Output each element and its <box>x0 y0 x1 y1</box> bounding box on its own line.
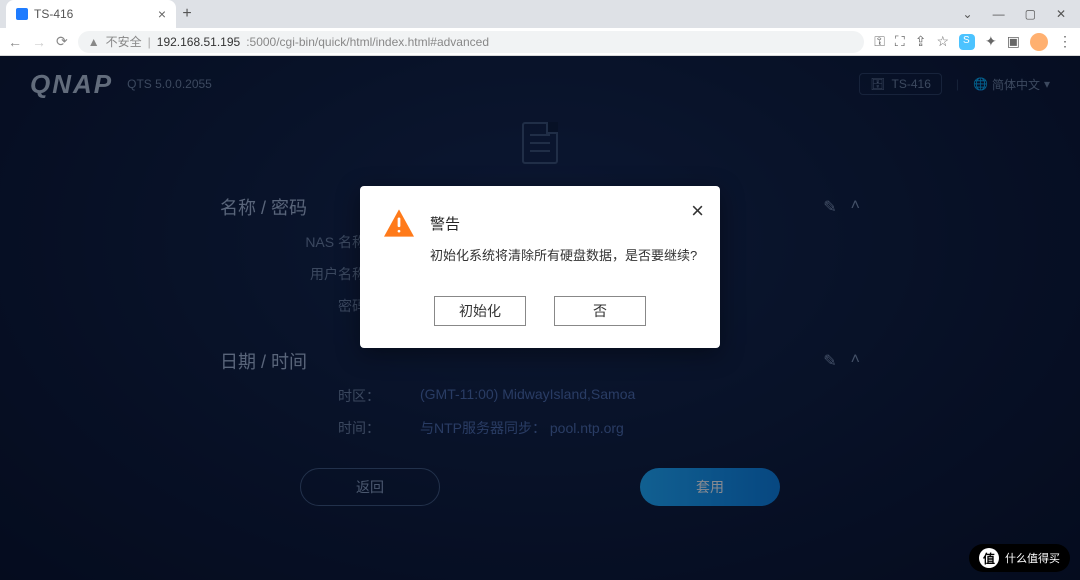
toolbar-icons: ⚿ ⛶ ⇪ ☆ ✦ ▣ ⋮ <box>874 33 1072 51</box>
window-controls: ⌄ — ▢ ✕ <box>963 7 1080 21</box>
nav-forward-icon[interactable]: → <box>32 34 46 50</box>
warning-dialog: × 警告 初始化系统将清除所有硬盘数据，是否要继续? 初始化 否 <box>360 186 720 348</box>
field-time: 时间： 与NTP服务器同步： pool.ntp.org <box>220 412 860 444</box>
watermark-icon: 值 <box>979 548 999 568</box>
apply-button[interactable]: 套用 <box>640 468 780 506</box>
collapse-icon[interactable]: ˄ <box>851 351 860 371</box>
chevron-down-icon: ▾ <box>1044 77 1050 91</box>
dialog-message: 初始化系统将清除所有硬盘数据，是否要继续? <box>430 246 698 266</box>
collapse-icon[interactable]: ˄ <box>851 197 860 217</box>
menu-icon[interactable]: ⋮ <box>1058 33 1072 50</box>
share-icon[interactable]: ⇪ <box>915 33 927 50</box>
nav-reload-icon[interactable]: ⟳ <box>56 33 68 50</box>
browser-tab[interactable]: TS-416 × <box>6 0 176 28</box>
wizard-actions: 返回 套用 <box>220 444 860 506</box>
new-tab-button[interactable]: + <box>176 5 198 23</box>
section-title: 名称 / 密码 <box>220 194 307 220</box>
profile-avatar-icon[interactable] <box>1030 33 1048 51</box>
favicon-icon <box>16 8 28 20</box>
install-icon[interactable]: ⛶ <box>895 33 905 50</box>
field-label: 时区： <box>220 386 420 406</box>
window-minimize-icon[interactable]: — <box>993 7 1005 21</box>
summary-icon <box>522 122 558 164</box>
address-bar[interactable]: ▲ 不安全 | 192.168.51.195 :5000/cgi-bin/quic… <box>78 31 865 53</box>
bookmark-icon[interactable]: ☆ <box>936 33 949 50</box>
globe-icon: 🌐 <box>973 77 988 91</box>
browser-chrome: TS-416 × + ⌄ — ▢ ✕ ← → ⟳ ▲ 不安全 | 192.168… <box>0 0 1080 56</box>
warning-icon <box>382 208 416 238</box>
dialog-close-icon[interactable]: × <box>691 198 704 224</box>
edit-icon[interactable]: ✎ <box>823 351 836 371</box>
field-value: (GMT-11:00) MidwayIsland,Samoa <box>420 386 635 406</box>
header-sep: | <box>956 77 959 91</box>
tab-close-icon[interactable]: × <box>158 6 166 22</box>
firmware-version: QTS 5.0.0.2055 <box>127 77 212 91</box>
device-name: TS-416 <box>892 77 931 91</box>
field-value: 与NTP服务器同步： pool.ntp.org <box>420 418 624 438</box>
qnap-setup-page: QNAP QTS 5.0.0.2055 🗄 TS-416 | 🌐 简体中文 ▾ … <box>0 56 1080 580</box>
back-button[interactable]: 返回 <box>300 468 440 506</box>
app-icon[interactable]: ▣ <box>1007 33 1020 50</box>
device-chip[interactable]: 🗄 TS-416 <box>859 73 942 95</box>
address-row: ← → ⟳ ▲ 不安全 | 192.168.51.195 :5000/cgi-bi… <box>0 28 1080 55</box>
window-close-icon[interactable]: ✕ <box>1056 7 1066 21</box>
url-rest: :5000/cgi-bin/quick/html/index.html#adva… <box>246 35 489 49</box>
no-button[interactable]: 否 <box>554 296 646 326</box>
tab-strip: TS-416 × + ⌄ — ▢ ✕ <box>0 0 1080 28</box>
insecure-label: 不安全 <box>106 33 142 50</box>
language-label: 简体中文 <box>992 76 1040 93</box>
section-date-time: 日期 / 时间 ✎ ˄ <box>220 342 860 380</box>
brand-logo: QNAP <box>30 69 113 100</box>
language-selector[interactable]: 🌐 简体中文 ▾ <box>973 76 1050 93</box>
insecure-icon: ▲ <box>88 35 100 49</box>
window-dropdown-icon[interactable]: ⌄ <box>963 7 973 21</box>
addr-sep: | <box>148 35 151 49</box>
extensions-icon[interactable]: ✦ <box>985 33 997 50</box>
nav-back-icon[interactable]: ← <box>8 34 22 50</box>
dialog-title: 警告 <box>430 213 460 234</box>
section-title: 日期 / 时间 <box>220 348 307 374</box>
page-header: QNAP QTS 5.0.0.2055 🗄 TS-416 | 🌐 简体中文 ▾ <box>0 56 1080 112</box>
watermark-badge: 值 什么值得买 <box>969 544 1070 572</box>
edit-icon[interactable]: ✎ <box>823 197 836 217</box>
tab-title: TS-416 <box>34 7 152 21</box>
key-icon[interactable]: ⚿ <box>874 33 885 50</box>
sogou-ext-icon[interactable] <box>959 34 975 50</box>
window-maximize-icon[interactable]: ▢ <box>1025 7 1036 21</box>
url-host: 192.168.51.195 <box>157 35 240 49</box>
device-icon: 🗄 <box>870 77 885 91</box>
watermark-text: 什么值得买 <box>1005 550 1060 566</box>
field-label: 时间： <box>220 418 420 438</box>
field-timezone: 时区： (GMT-11:00) MidwayIsland,Samoa <box>220 380 860 412</box>
initialize-button[interactable]: 初始化 <box>434 296 526 326</box>
